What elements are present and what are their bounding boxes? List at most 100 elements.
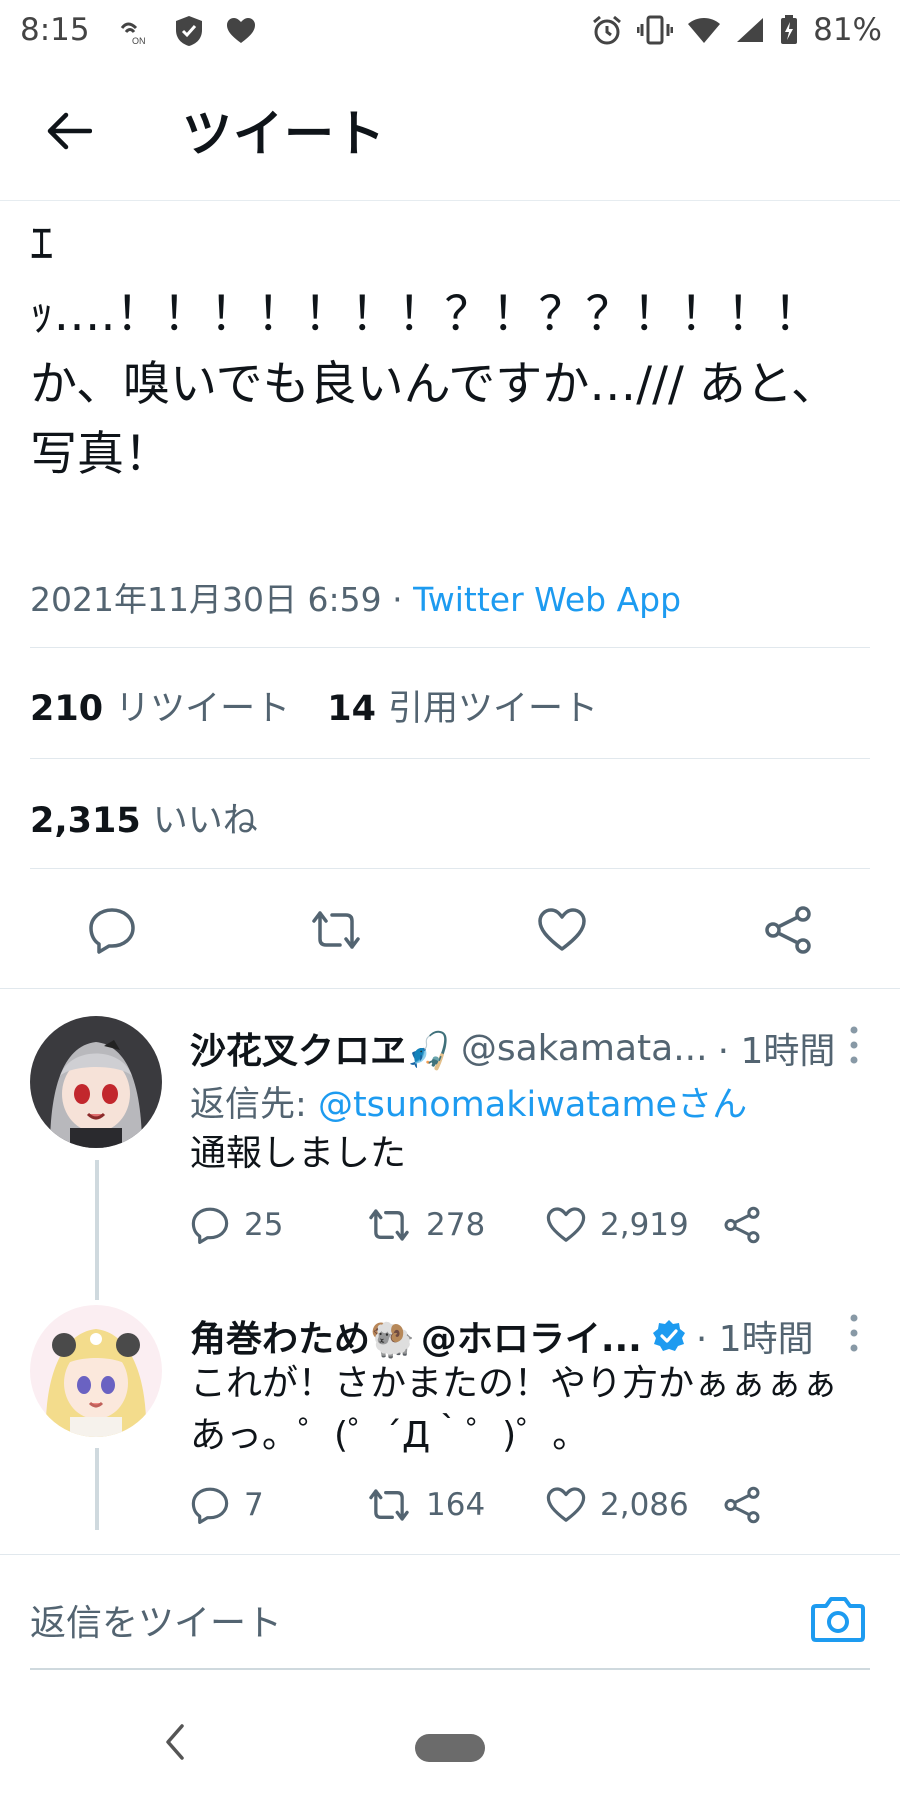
reply-text: これが！さかまたの！やり方かぁぁぁぁあっ。゜(゜´Д｀゜)゜。	[190, 1363, 839, 1456]
reply-icon	[89, 908, 135, 954]
likes-count: 2,315	[30, 801, 141, 841]
tweet-stats-row: 210 リツイート 14 引用ツイート	[30, 680, 624, 731]
likes-stat[interactable]: 2,315 いいね	[30, 792, 258, 843]
more-options-icon[interactable]	[844, 1310, 864, 1356]
reply-author-handle[interactable]: @ホロライ...	[421, 1310, 642, 1362]
share-icon	[765, 906, 811, 954]
retweet-icon	[369, 1489, 409, 1521]
svg-text:ON: ON	[132, 36, 146, 46]
retweets-stat[interactable]: 210 リツイート	[30, 680, 290, 731]
status-bar: 8:15 ON 81%	[0, 0, 900, 62]
reply-like-button[interactable]: 2,919	[546, 1200, 689, 1250]
back-button[interactable]	[40, 102, 98, 160]
reply-time[interactable]: · 1時間	[696, 1310, 814, 1362]
avatar-image	[30, 1305, 162, 1437]
like-count: 2,086	[600, 1487, 689, 1523]
share-button[interactable]	[760, 902, 816, 958]
page-title: ツイート	[182, 105, 386, 163]
signal-icon	[737, 18, 764, 42]
nav-back-icon[interactable]	[160, 1720, 190, 1764]
battery-charging-icon	[781, 15, 798, 44]
tweet-source-link[interactable]: Twitter Web App	[413, 580, 681, 619]
tweet-likes-row: 2,315 いいね	[30, 792, 284, 843]
heart-outline-icon	[546, 1207, 586, 1242]
tweet-action-bar	[0, 880, 900, 980]
thread-line	[95, 1160, 99, 1300]
reply-like-button[interactable]: 2,086	[546, 1480, 689, 1530]
retweet-count: 278	[426, 1207, 486, 1243]
reply-item[interactable]: 角巻わため🐏 @ホロライ... · 1時間 これが！さかまたの！やり方かぁぁぁぁ…	[0, 1290, 900, 1558]
reply-author-handle[interactable]: @sakamata...	[461, 1028, 708, 1069]
tweet-text: ｴ ｯ….！！！！！！！？！？？！！！！ か、嗅いでも良いんですか…/// あと…	[30, 217, 838, 482]
camera-icon[interactable]	[810, 1592, 866, 1644]
like-button[interactable]	[534, 902, 590, 958]
status-right-icons: 81%	[591, 12, 882, 48]
divider	[30, 868, 870, 869]
reply-retweet-button[interactable]: 164	[366, 1480, 485, 1530]
tweet-timestamp[interactable]: 2021年11月30日 6:59	[30, 580, 382, 619]
reply-to-label: 返信先:	[190, 1085, 307, 1125]
reply-share-button[interactable]	[722, 1480, 762, 1530]
reply-reply-button[interactable]: 7	[190, 1480, 264, 1530]
more-options-icon[interactable]	[844, 1022, 864, 1068]
avatar-image	[30, 1016, 162, 1148]
reply-input[interactable]: 返信をツイート	[30, 1594, 282, 1646]
wifi-icon	[688, 18, 721, 43]
reply-icon	[191, 1487, 229, 1524]
retweets-count: 210	[30, 689, 104, 729]
retweets-label: リツイート	[115, 689, 291, 729]
reply-author-name[interactable]: 沙花叉クロヱ🎣	[190, 1022, 451, 1074]
share-icon	[724, 1486, 760, 1524]
quotes-count: 14	[327, 689, 376, 729]
share-icon	[724, 1206, 760, 1244]
quotes-stat[interactable]: 14 引用ツイート	[327, 680, 598, 731]
reply-to-user-link[interactable]: @tsunomakiwatame	[318, 1085, 677, 1125]
like-count: 2,919	[600, 1207, 689, 1243]
vibrate-icon	[637, 15, 674, 45]
retweet-button[interactable]	[308, 902, 364, 958]
reply-compose-bar[interactable]: 返信をツイート	[30, 1570, 870, 1670]
reply-to-line: 返信先: @tsunomakiwatameさん	[190, 1076, 747, 1127]
reply-button[interactable]	[84, 902, 140, 958]
meta-separator: ·	[392, 580, 403, 619]
nfc-on-icon: ON	[120, 22, 146, 46]
avatar[interactable]	[30, 1305, 162, 1437]
divider	[0, 988, 900, 989]
arrow-left-icon	[47, 112, 92, 150]
retweet-icon	[312, 911, 360, 949]
status-left-icons: ON	[118, 14, 256, 48]
reply-count: 25	[244, 1207, 284, 1243]
reply-author-name[interactable]: 角巻わため🐏	[190, 1310, 415, 1362]
shield-check-icon	[176, 16, 202, 46]
reply-action-bar: 7 164 2,086	[190, 1480, 790, 1530]
nav-home-pill[interactable]	[415, 1734, 485, 1762]
retweet-count: 164	[426, 1487, 486, 1523]
heart-icon	[227, 18, 255, 43]
reply-share-button[interactable]	[722, 1200, 762, 1250]
app-header: ツイート	[0, 62, 900, 201]
reply-retweet-button[interactable]: 278	[366, 1200, 485, 1250]
divider	[30, 758, 870, 759]
battery-percentage: 81%	[813, 12, 882, 48]
tweet-meta: 2021年11月30日 6:59 · Twitter Web App	[30, 573, 681, 621]
reply-header: 角巻わため🐏 @ホロライ... · 1時間	[190, 1310, 814, 1362]
reply-reply-button[interactable]: 25	[190, 1200, 283, 1250]
heart-outline-icon	[546, 1487, 586, 1522]
system-nav-bar	[0, 1690, 900, 1800]
reply-icon	[191, 1207, 229, 1244]
thread-line	[95, 1448, 99, 1530]
heart-outline-icon	[538, 908, 586, 951]
reply-action-bar: 25 278 2,919	[190, 1200, 790, 1250]
status-time: 8:15	[20, 12, 90, 48]
reply-count: 7	[244, 1487, 264, 1523]
reply-time[interactable]: · 1時間	[718, 1022, 836, 1074]
likes-label: いいね	[152, 801, 258, 841]
reply-to-suffix[interactable]: さん	[677, 1085, 747, 1125]
quotes-label: 引用ツイート	[387, 689, 598, 729]
divider	[0, 1554, 900, 1555]
verified-badge-icon	[652, 1320, 685, 1351]
reply-text: 通報しました	[190, 1133, 407, 1174]
reply-header: 沙花叉クロヱ🎣 @sakamata... · 1時間	[190, 1022, 835, 1074]
reply-item[interactable]: 沙花叉クロヱ🎣 @sakamata... · 1時間 返信先: @tsunoma…	[0, 1000, 900, 1300]
avatar[interactable]	[30, 1016, 162, 1148]
